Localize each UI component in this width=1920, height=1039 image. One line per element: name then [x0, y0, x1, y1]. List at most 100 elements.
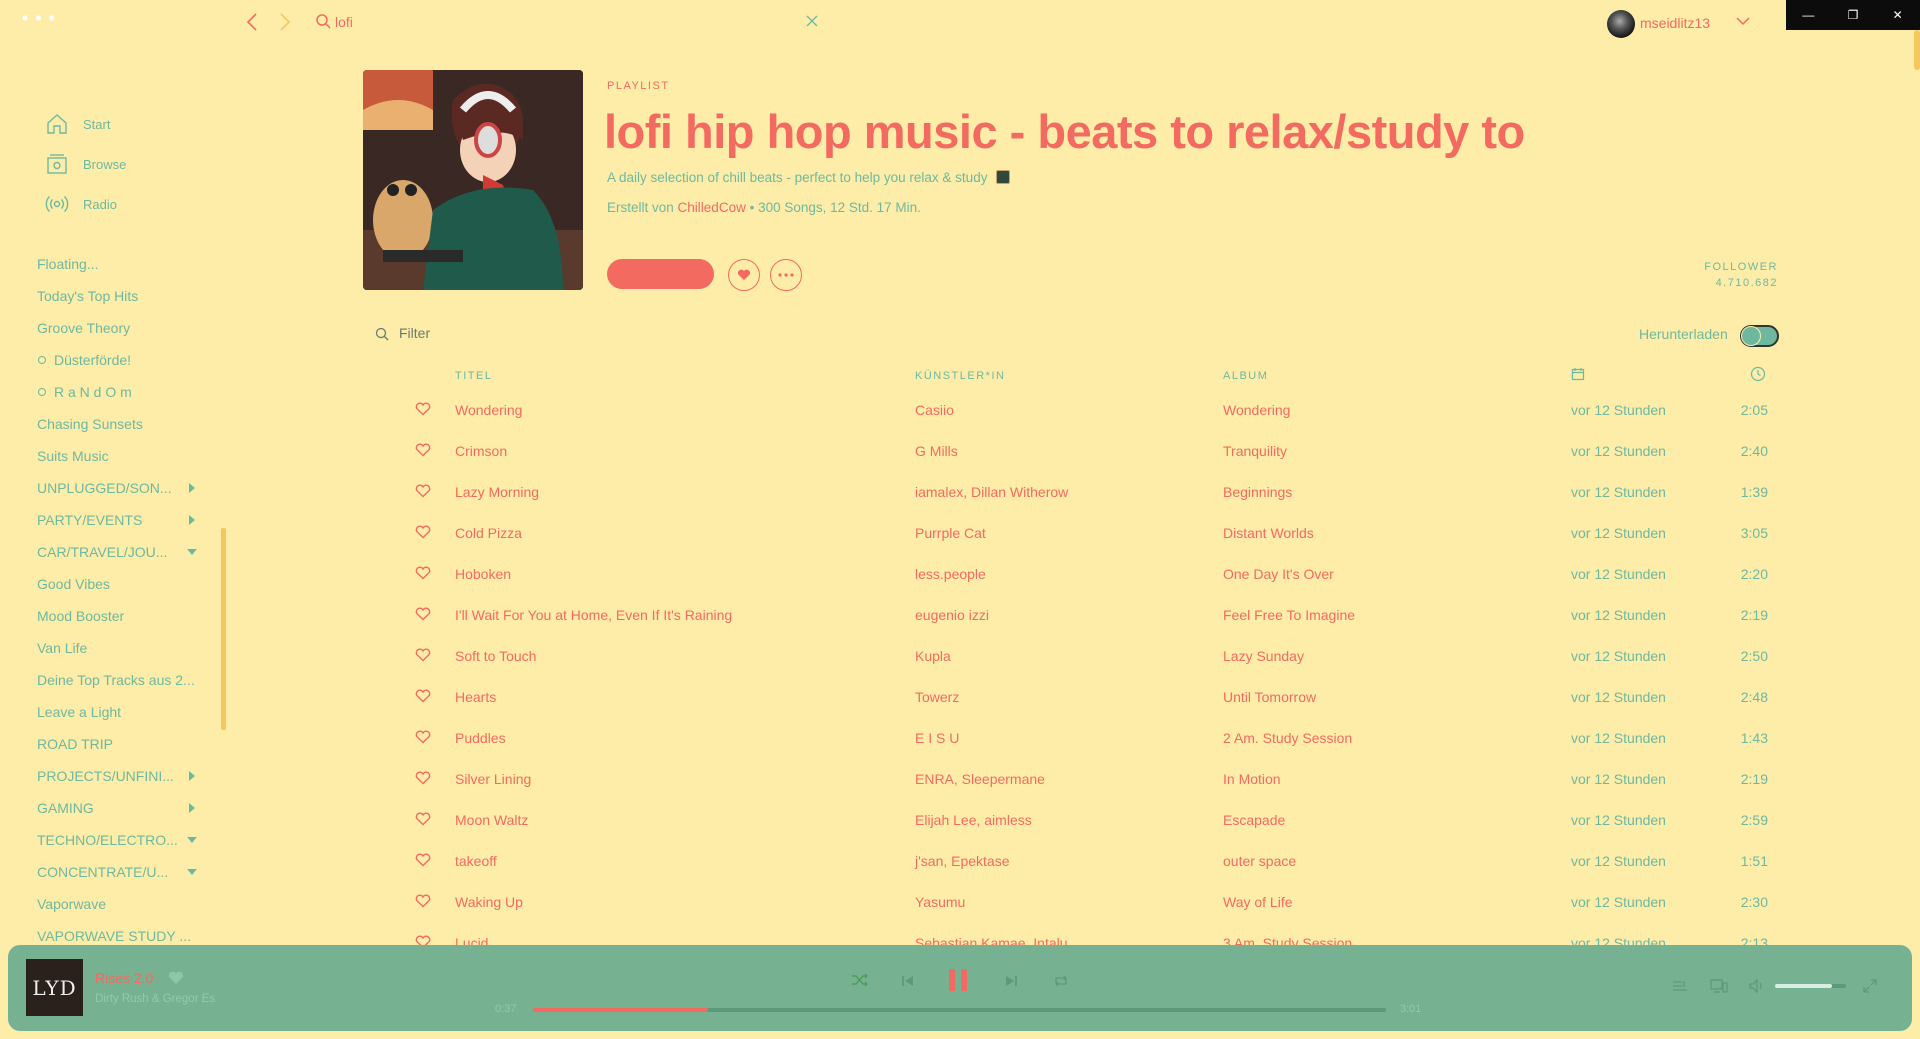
track-title[interactable]: Hearts	[455, 689, 496, 705]
track-album[interactable]: Feel Free To Imagine	[1223, 607, 1355, 623]
table-row[interactable]: Lazy Morning iamalex, Dillan Witherow Begi…	[0, 472, 1800, 513]
track-album[interactable]: outer space	[1223, 853, 1296, 869]
heart-outline-icon[interactable]	[415, 894, 431, 908]
track-artist[interactable]: less.people	[915, 566, 986, 582]
sidebar-item-radio[interactable]: Radio	[45, 192, 117, 216]
shuffle-button[interactable]	[850, 970, 870, 990]
track-artist[interactable]: Towerz	[915, 689, 959, 705]
table-row[interactable]: Moon Waltz Elijah Lee, aimless Escapade vor…	[0, 800, 1800, 841]
heart-outline-icon[interactable]	[415, 402, 431, 416]
now-playing-cover[interactable]: LYD	[26, 959, 83, 1016]
table-row[interactable]: Cold Pizza Purrple Cat Distant Worlds vor 1…	[0, 513, 1800, 554]
like-playlist-button[interactable]	[728, 259, 760, 291]
heart-outline-icon[interactable]	[415, 853, 431, 867]
close-button[interactable]: ✕	[1875, 0, 1920, 30]
back-arrow-icon[interactable]	[246, 12, 258, 32]
table-row[interactable]: Silver Lining ENRA, Sleepermane In Motion v…	[0, 759, 1800, 800]
table-row[interactable]: Wondering Casiio Wondering vor 12 Stunden 2:…	[0, 390, 1800, 431]
more-options-button[interactable]	[770, 259, 802, 291]
avatar[interactable]	[1607, 10, 1635, 38]
chevron-down-icon[interactable]	[1735, 15, 1751, 27]
download-toggle-knob[interactable]	[1741, 326, 1761, 346]
heart-outline-icon[interactable]	[415, 730, 431, 744]
track-artist[interactable]: Casiio	[915, 402, 954, 418]
track-artist[interactable]: Purrple Cat	[915, 525, 986, 541]
playlist-owner-link[interactable]: ChilledCow	[678, 200, 746, 215]
restore-button[interactable]: ❐	[1831, 0, 1876, 30]
sidebar-playlist-item[interactable]: Groove Theory	[37, 312, 207, 344]
table-row[interactable]: Puddles E I S U 2 Am. Study Session vor 12 …	[0, 718, 1800, 759]
track-album[interactable]: Lazy Sunday	[1223, 648, 1304, 664]
track-title[interactable]: Wondering	[455, 402, 522, 418]
fullscreen-button[interactable]	[1862, 978, 1878, 994]
track-title[interactable]: I'll Wait For You at Home, Even If It's …	[455, 607, 732, 623]
sidebar-item-start[interactable]: Start	[45, 112, 110, 136]
volume-slider[interactable]	[1775, 984, 1846, 988]
track-artist[interactable]: E I S U	[915, 730, 959, 746]
sidebar-playlist-item[interactable]: Today's Top Hits	[37, 280, 207, 312]
app-menu-dots[interactable]: • • •	[22, 8, 56, 29]
track-title[interactable]: Silver Lining	[455, 771, 531, 787]
table-row[interactable]: I'll Wait For You at Home, Even If It's …	[0, 595, 1800, 636]
heart-outline-icon[interactable]	[415, 648, 431, 662]
track-title[interactable]: Waking Up	[455, 894, 523, 910]
track-artist[interactable]: Elijah Lee, aimless	[915, 812, 1032, 828]
column-header-album[interactable]: ALBUM	[1223, 370, 1268, 382]
progress-bar[interactable]	[533, 1008, 1386, 1012]
track-title[interactable]: Soft to Touch	[455, 648, 536, 664]
calendar-icon[interactable]	[1571, 367, 1585, 381]
track-album[interactable]: 3 Am. Study Session	[1223, 935, 1352, 945]
heart-outline-icon[interactable]	[415, 935, 431, 945]
track-title[interactable]: Lucid	[455, 935, 488, 945]
table-row[interactable]: Hearts Towerz Until Tomorrow vor 12 Stunden…	[0, 677, 1800, 718]
heart-outline-icon[interactable]	[415, 443, 431, 457]
column-header-title[interactable]: TITEL	[455, 370, 492, 382]
forward-arrow-icon[interactable]	[279, 12, 291, 32]
track-title[interactable]: Hoboken	[455, 566, 511, 582]
track-title[interactable]: Lazy Morning	[455, 484, 539, 500]
heart-outline-icon[interactable]	[415, 525, 431, 539]
repeat-button[interactable]	[1051, 971, 1071, 991]
track-album[interactable]: In Motion	[1223, 771, 1281, 787]
track-album[interactable]: Tranquility	[1223, 443, 1287, 459]
track-artist[interactable]: Sebastian Kamae, Intalu	[915, 935, 1068, 945]
clock-icon[interactable]	[1750, 366, 1766, 382]
track-artist[interactable]: Kupla	[915, 648, 951, 664]
previous-button[interactable]	[898, 971, 918, 991]
track-album[interactable]: Distant Worlds	[1223, 525, 1314, 541]
clear-search-icon[interactable]	[805, 14, 819, 28]
filter-input[interactable]: Filter	[399, 325, 430, 341]
sidebar-playlist-item[interactable]: Floating...	[37, 248, 207, 280]
play-button[interactable]	[607, 259, 714, 289]
track-title[interactable]: Crimson	[455, 443, 507, 459]
devices-button[interactable]	[1708, 978, 1730, 994]
table-row[interactable]: Crimson G Mills Tranquility vor 12 Stunden 2…	[0, 431, 1800, 472]
minimize-button[interactable]: —	[1786, 0, 1831, 30]
heart-outline-icon[interactable]	[415, 484, 431, 498]
table-row[interactable]: Hoboken less.people One Day It's Over vor 1…	[0, 554, 1800, 595]
heart-outline-icon[interactable]	[415, 607, 431, 621]
column-header-artist[interactable]: KÜNSTLER*IN	[915, 370, 1005, 382]
heart-outline-icon[interactable]	[415, 689, 431, 703]
track-title[interactable]: Moon Waltz	[455, 812, 528, 828]
track-artist[interactable]: Yasumu	[915, 894, 965, 910]
pause-button[interactable]	[943, 965, 973, 995]
table-row[interactable]: Lucid Sebastian Kamae, Intalu 3 Am. Study …	[0, 923, 1800, 945]
now-playing-artist[interactable]: Dirty Rush & Gregor Es	[95, 993, 215, 1005]
queue-button[interactable]	[1670, 978, 1690, 994]
table-row[interactable]: Waking Up Yasumu Way of Life vor 12 Stunden…	[0, 882, 1800, 923]
table-row[interactable]: Soft to Touch Kupla Lazy Sunday vor 12 Stun…	[0, 636, 1800, 677]
heart-outline-icon[interactable]	[415, 771, 431, 785]
sidebar-item-browse[interactable]: Browse	[45, 152, 126, 176]
track-title[interactable]: Cold Pizza	[455, 525, 522, 541]
track-artist[interactable]: ENRA, Sleepermane	[915, 771, 1045, 787]
track-title[interactable]: Puddles	[455, 730, 506, 746]
track-album[interactable]: Until Tomorrow	[1223, 689, 1316, 705]
track-title[interactable]: takeoff	[455, 853, 497, 869]
search-input[interactable]	[335, 12, 795, 32]
main-scrollbar[interactable]	[1914, 30, 1920, 70]
track-album[interactable]: 2 Am. Study Session	[1223, 730, 1352, 746]
heart-outline-icon[interactable]	[415, 812, 431, 826]
now-playing-title[interactable]: Rises 2.0	[95, 970, 153, 986]
track-album[interactable]: Wondering	[1223, 402, 1290, 418]
